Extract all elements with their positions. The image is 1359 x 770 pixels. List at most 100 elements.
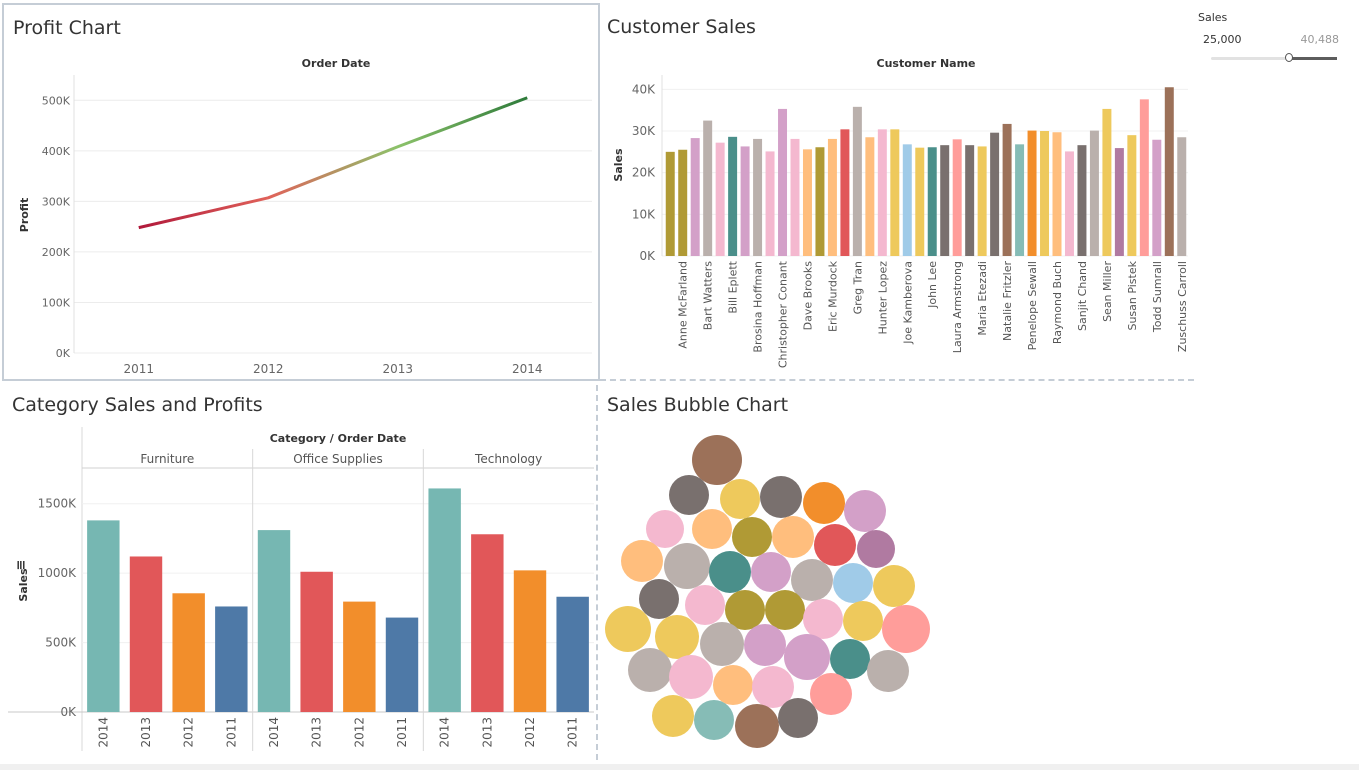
bubble-chart[interactable] [600,385,1194,760]
category-x-tick-label: 2012 [352,717,366,748]
customer-bar [915,147,925,256]
customer-bar [778,108,788,257]
profit-x-tick-label: 2012 [253,362,284,376]
bubble [732,517,772,557]
category-bar [215,606,248,712]
bubble [843,601,883,641]
profit-x-tick-label: 2014 [512,362,543,376]
category-y-tick-label: 1000K [38,566,78,580]
customer-y-axis-label: Sales [612,148,625,182]
bubble-chart-panel[interactable]: Sales Bubble Chart [600,385,1194,760]
customer-bar [865,137,875,256]
customer-sales-chart[interactable]: Customer Name Sales 0K 10K 20K 30K 40K Anne McF… [600,3,1194,379]
profit-y-tick-label: 500K [42,94,71,107]
customer-x-tick-label: Joe Kamberova [901,261,914,345]
sales-filter[interactable]: Sales 25,000 40,488 [1196,3,1351,73]
customer-bar [890,129,900,256]
customer-bar [927,147,937,256]
bubble [760,476,802,518]
bubble [664,543,710,589]
category-x-tick-label: 2014 [96,717,110,748]
profit-chart-panel[interactable]: Profit Chart Order Date Profit 0K 100K 200K 3… [2,3,600,381]
category-bar [129,556,163,712]
profit-line [138,96,528,230]
category-group-label: Furniture [140,452,194,466]
bubble [694,700,734,740]
customer-x-tick-label: Sean Miller [1101,261,1114,322]
customer-chart-header: Customer Name [877,57,976,70]
customer-bar [977,146,987,256]
profit-y-tick-label: 100K [42,296,71,309]
bubble [873,565,915,607]
profit-y-tick-label: 0K [56,347,71,360]
customer-x-tick-label: Natalie Fritzler [1001,261,1014,341]
customer-bar [840,129,850,256]
category-bar [385,617,419,712]
profit-x-tick-label: 2011 [123,362,154,376]
bubble [867,650,909,692]
category-sales-chart[interactable]: Category / Order Date Sales≡ 0K 500K 1000K 15… [0,385,596,760]
sales-filter-title: Sales [1198,11,1228,24]
customer-bar [678,149,688,256]
customer-bar [703,120,713,256]
category-bar [513,570,547,712]
customer-bar [990,132,1000,256]
customer-bar [728,136,738,256]
customer-x-tick-label: Raymond Buch [1051,261,1064,344]
customer-x-tick-label: Laura Armstrong [951,261,964,353]
bubble [692,435,742,485]
customer-x-tick-label: Bart Watters [702,261,715,330]
bubble [833,563,873,603]
bubble [844,490,886,532]
customer-bar [715,142,725,256]
customer-bar [690,138,700,256]
customer-x-tick-label: Maria Etezadi [976,261,989,336]
customer-x-tick-label: Dave Brooks [801,261,814,331]
bubble [685,585,725,625]
customer-bar [1002,123,1012,257]
category-bar [556,596,589,712]
customer-bar [940,145,950,256]
customer-bar [1064,151,1074,256]
bubble [646,510,684,548]
sales-filter-handle[interactable] [1284,53,1293,62]
customer-sales-panel[interactable]: Customer Sales Customer Name Sales 0K 10K 20… [600,3,1194,381]
customer-bar [740,146,750,256]
customer-bar [1177,137,1187,256]
bubble [709,551,751,593]
customer-bar [877,129,887,256]
customer-x-tick-label: Susan Pistek [1126,260,1139,330]
profit-chart-header: Order Date [302,57,371,70]
profit-y-tick-label: 300K [42,195,71,208]
customer-bar [1139,99,1149,256]
customer-bar [1152,139,1162,256]
category-x-tick-label: 2014 [438,717,452,748]
customer-y-tick-label: 0K [639,249,656,263]
bubble [778,698,818,738]
bubble [751,552,791,592]
category-chart-header: Category / Order Date [270,432,407,445]
customer-y-tick-label: 40K [632,82,656,96]
bubble [744,624,786,666]
customer-bar [1040,131,1050,256]
customer-x-tick-label: Zuschuss Carroll [1176,261,1189,352]
category-x-tick-label: 2014 [267,717,281,748]
category-x-tick-label: 2013 [310,717,324,748]
profit-chart[interactable]: Order Date Profit 0K 100K 200K 300K 400K 500K 20… [4,5,598,379]
category-x-tick-label: 2012 [523,717,537,748]
customer-bar [852,106,862,256]
customer-x-tick-label: Eric Murdock [826,260,839,332]
category-sales-panel[interactable]: Category Sales and Profits Category / Or… [0,385,598,760]
bubble [639,579,679,619]
bubble [765,590,805,630]
category-y-tick-label: 1500K [38,497,78,511]
customer-bar [802,149,812,256]
sales-filter-selected-range [1288,57,1337,60]
category-bar [172,593,205,712]
customer-bar [1077,145,1087,256]
bubble [735,704,779,748]
category-bar [257,530,291,712]
customer-y-tick-label: 30K [632,124,656,138]
profit-y-tick-label: 200K [42,246,71,259]
category-x-tick-label: 2011 [395,717,409,748]
